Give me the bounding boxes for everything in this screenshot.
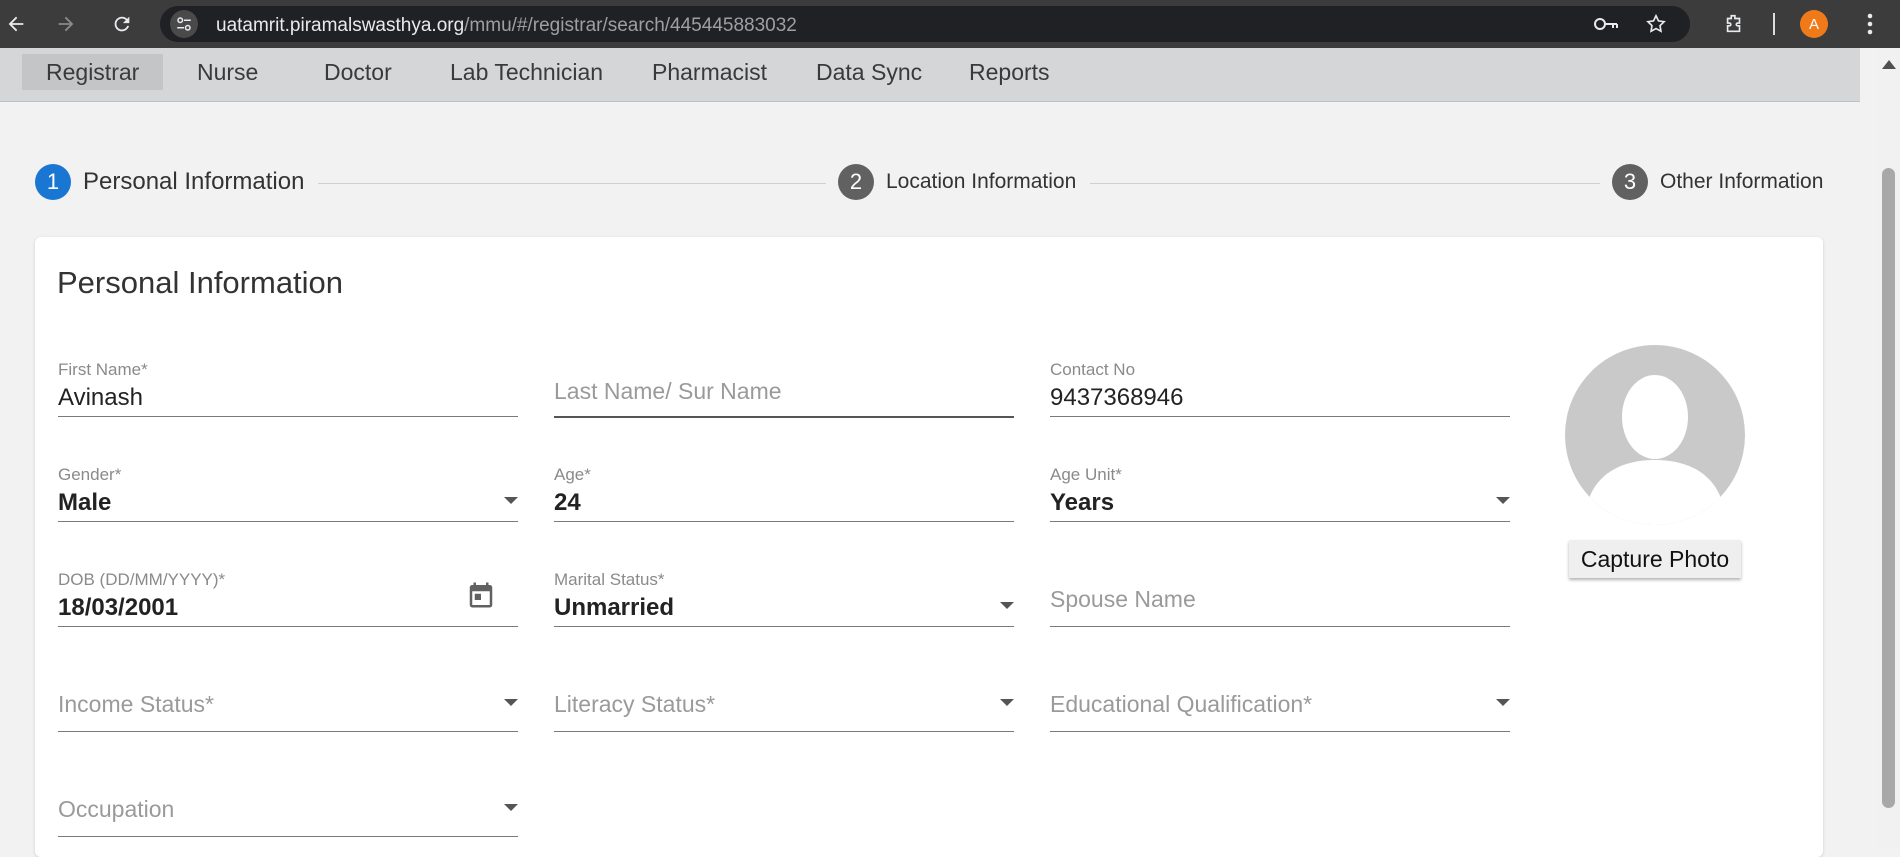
age-value: 24 (554, 489, 581, 516)
contact-no-field[interactable]: Contact No 9437368946 (1050, 360, 1510, 417)
gender-label: Gender* (58, 465, 122, 484)
menu-item-reports[interactable]: Reports (969, 54, 1050, 90)
first-name-label: First Name* (58, 360, 148, 379)
occupation-placeholder: Occupation (58, 796, 175, 822)
toolbar-divider (1773, 13, 1775, 35)
url-text: uatamrit.piramalswasthya.org/mmu/#/regis… (216, 15, 797, 37)
card-title: Personal Information (57, 265, 344, 300)
page-scrollbar[interactable] (1877, 48, 1900, 848)
url-host: uatamrit.piramalswasthya.org (216, 15, 465, 36)
contact-no-value: 9437368946 (1050, 384, 1184, 411)
first-name-field[interactable]: First Name* Avinash (58, 360, 518, 417)
spouse-name-field[interactable]: Spouse Name (1050, 570, 1510, 627)
browser-toolbar: uatamrit.piramalswasthya.org/mmu/#/regis… (0, 0, 1900, 48)
dropdown-arrow-icon (504, 497, 518, 504)
educational-qualification-select[interactable]: Educational Qualification* (1050, 675, 1510, 732)
menu-item-lab-technician[interactable]: Lab Technician (450, 54, 603, 90)
gender-select[interactable]: Gender* Male (58, 465, 518, 522)
age-unit-select[interactable]: Age Unit* Years (1050, 465, 1510, 522)
back-icon[interactable] (2, 10, 30, 38)
capture-photo-button[interactable]: Capture Photo (1569, 540, 1741, 578)
dropdown-arrow-icon (1000, 699, 1014, 706)
first-name-value: Avinash (58, 384, 143, 411)
gender-value: Male (58, 489, 112, 516)
key-icon[interactable] (1592, 10, 1620, 38)
age-field[interactable]: Age* 24 (554, 465, 1014, 522)
dob-label: DOB (DD/MM/YYYY)* (58, 570, 226, 589)
step-number: 1 (35, 164, 71, 200)
income-status-select[interactable]: Income Status* (58, 675, 518, 732)
scroll-up-arrow-icon[interactable] (1882, 60, 1896, 69)
address-bar[interactable]: uatamrit.piramalswasthya.org/mmu/#/regis… (160, 6, 1690, 42)
literacy-status-placeholder: Literacy Status* (554, 691, 716, 717)
dob-value: 18/03/2001 (58, 594, 179, 621)
dropdown-arrow-icon (504, 699, 518, 706)
url-path: /mmu/#/registrar/search/445445883032 (464, 15, 797, 36)
menu-item-nurse[interactable]: Nurse (197, 54, 258, 90)
dropdown-arrow-icon (1496, 699, 1510, 706)
step-label: Other Information (1660, 170, 1824, 193)
stepper-connector (1090, 183, 1600, 184)
menu-item-registrar[interactable]: Registrar (22, 54, 164, 90)
site-settings-icon[interactable] (170, 10, 198, 38)
last-name-field[interactable]: Last Name/ Sur Name (554, 360, 1014, 418)
bookmark-star-icon[interactable] (1642, 10, 1670, 38)
age-unit-label: Age Unit* (1050, 465, 1122, 484)
marital-status-label: Marital Status* (554, 570, 665, 589)
step-label: Personal Information (83, 168, 305, 195)
more-menu-icon[interactable] (1856, 10, 1884, 38)
dropdown-arrow-icon (504, 804, 518, 811)
step-number: 3 (1612, 164, 1648, 200)
dropdown-arrow-icon (1496, 497, 1510, 504)
marital-status-select[interactable]: Marital Status* Unmarried (554, 570, 1014, 627)
literacy-status-select[interactable]: Literacy Status* (554, 675, 1014, 732)
marital-status-value: Unmarried (554, 594, 675, 621)
age-label: Age* (554, 465, 591, 484)
last-name-placeholder: Last Name/ Sur Name (554, 378, 782, 404)
dob-field[interactable]: DOB (DD/MM/YYYY)* 18/03/2001 (58, 570, 518, 627)
occupation-select[interactable]: Occupation (58, 780, 518, 837)
scroll-thumb[interactable] (1882, 168, 1895, 808)
educational-qualification-placeholder: Educational Qualification* (1050, 691, 1313, 717)
step-number: 2 (838, 164, 874, 200)
profile-avatar[interactable]: A (1800, 10, 1828, 38)
person-silhouette-icon (1587, 375, 1723, 525)
income-status-placeholder: Income Status* (58, 691, 214, 717)
menu-item-doctor[interactable]: Doctor (324, 54, 392, 90)
age-unit-value: Years (1050, 489, 1115, 516)
dropdown-arrow-icon (1000, 602, 1014, 609)
contact-no-label: Contact No (1050, 360, 1136, 379)
spouse-name-placeholder: Spouse Name (1050, 586, 1196, 612)
menu-item-data-sync[interactable]: Data Sync (816, 54, 922, 90)
step-other-information[interactable]: 3 Other Information (1612, 164, 1823, 200)
reload-icon[interactable] (108, 10, 136, 38)
step-label: Location Information (886, 170, 1077, 193)
step-location-information[interactable]: 2 Location Information (838, 164, 1076, 200)
calendar-icon[interactable] (466, 580, 496, 615)
profile-photo-placeholder (1565, 345, 1745, 525)
forward-icon[interactable] (52, 10, 80, 38)
stepper-connector (318, 183, 826, 184)
extensions-icon[interactable] (1720, 10, 1748, 38)
personal-information-card (35, 237, 1823, 857)
step-personal-information[interactable]: 1 Personal Information (35, 164, 304, 200)
menu-item-pharmacist[interactable]: Pharmacist (652, 54, 767, 90)
role-menu-bar: Registrar Nurse Doctor Lab Technician Ph… (0, 48, 1860, 102)
